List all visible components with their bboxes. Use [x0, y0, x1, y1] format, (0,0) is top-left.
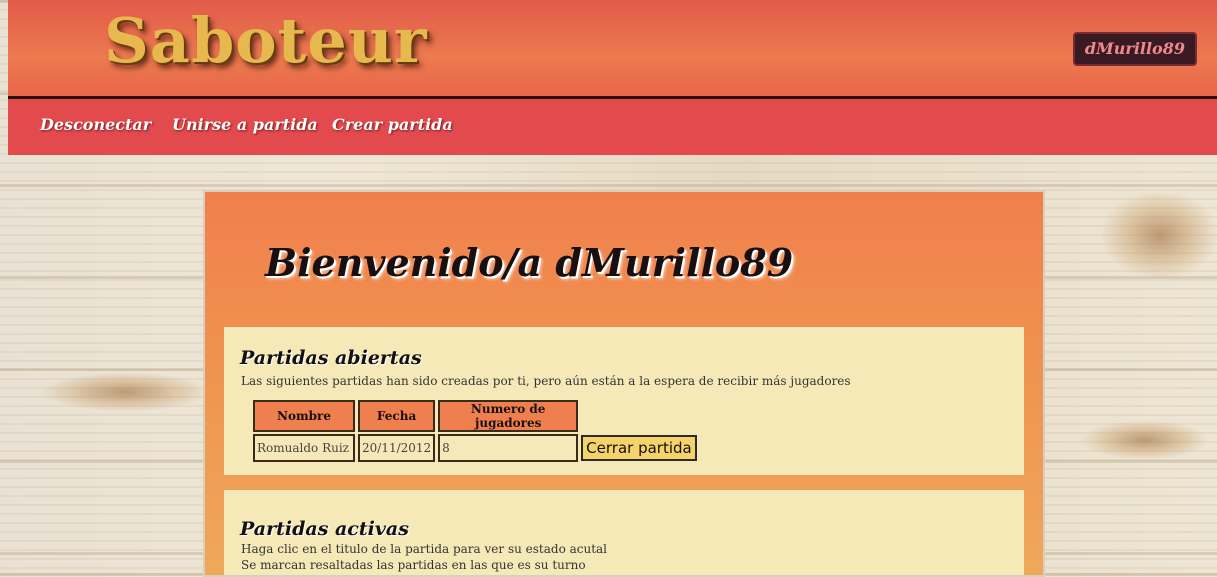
wood-knot — [40, 372, 210, 412]
column-header-nombre: Nombre — [253, 400, 355, 432]
open-games-table: Nombre Fecha Numero de jugadores Romuald… — [250, 398, 700, 464]
create-game-link[interactable]: Crear partida — [332, 115, 453, 134]
wood-knot — [1100, 190, 1217, 280]
saboteur-logo: Saboteur — [104, 4, 428, 77]
cell-jugadores: 8 — [438, 434, 579, 462]
logout-link[interactable]: Desconectar — [40, 115, 151, 134]
cell-nombre: Romualdo Ruiz — [253, 434, 355, 462]
open-games-card: Partidas abiertas Las siguientes partida… — [224, 327, 1024, 475]
active-games-instruction: Haga clic en el titulo de la partida par… — [241, 542, 608, 556]
page-title: Bienvenido/a dMurillo89 — [265, 240, 794, 285]
column-header-action — [581, 400, 697, 432]
column-header-jugadores: Numero de jugadores — [438, 400, 579, 432]
site-header: Saboteur dMurillo89 — [8, 0, 1217, 99]
open-games-description: Las siguientes partidas han sido creadas… — [241, 374, 851, 388]
open-games-title: Partidas abiertas — [240, 347, 422, 369]
active-games-title: Partidas activas — [240, 518, 409, 540]
cell-fecha: 20/11/2012 — [358, 434, 436, 462]
cell-action: Cerrar partida — [581, 434, 697, 462]
join-game-link[interactable]: Unirse a partida — [172, 115, 318, 134]
active-games-note: Se marcan resaltadas las partidas en las… — [241, 558, 586, 572]
table-header-row: Nombre Fecha Numero de jugadores — [253, 400, 697, 432]
column-header-fecha: Fecha — [358, 400, 436, 432]
close-game-button[interactable]: Cerrar partida — [581, 435, 697, 461]
main-menu: Desconectar Unirse a partida Crear parti… — [8, 99, 1217, 155]
wood-knot — [1080, 420, 1210, 460]
main-panel: Bienvenido/a dMurillo89 Partidas abierta… — [203, 190, 1045, 577]
active-games-card: Partidas activas Haga clic en el titulo … — [224, 490, 1024, 575]
table-row: Romualdo Ruiz 20/11/2012 8 Cerrar partid… — [253, 434, 697, 462]
user-badge[interactable]: dMurillo89 — [1072, 32, 1197, 66]
